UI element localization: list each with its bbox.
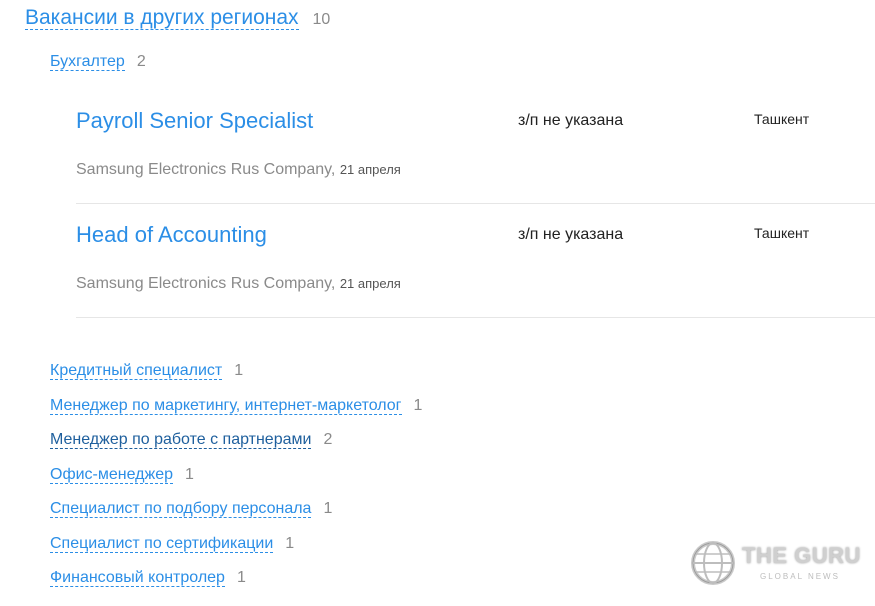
globe-icon	[691, 541, 735, 585]
list-item: Специалист по подбору персонала 1	[50, 500, 422, 535]
other-regions-link[interactable]: Вакансии в других регионах	[25, 6, 299, 30]
specialization-count: 1	[323, 500, 333, 517]
specialization-link[interactable]: Офис-менеджер	[50, 465, 173, 484]
vacancy-title-link[interactable]: Head of Accounting	[76, 222, 267, 248]
vacancy-meta: Samsung Electronics Rus Company, 21 апре…	[76, 161, 401, 179]
list-item: Финансовый контролер 1	[50, 569, 422, 604]
specialization-link[interactable]: Менеджер по работе с партнерами	[50, 431, 312, 449]
specialization-count: 1	[413, 396, 423, 414]
vacancy-company: Samsung Electronics Rus Company	[76, 161, 331, 178]
specialization-count: 2	[136, 53, 146, 70]
vacancy-city: Ташкент	[754, 111, 810, 127]
specialization-link[interactable]: Специалист по сертификации	[50, 534, 274, 553]
specialization-link[interactable]: Специалист по подбору персонала	[50, 500, 312, 518]
vacancy-city: Ташкент	[754, 225, 810, 241]
list-item: Специалист по сертификации 1	[50, 534, 422, 570]
region-count: 10	[312, 11, 331, 28]
list-item: Менеджер по маркетингу, интернет-маркето…	[50, 396, 423, 432]
meta-separator: ,	[330, 161, 336, 178]
vacancy-salary: з/п не указана	[518, 112, 624, 129]
region-header: Вакансии в других регионах 10	[25, 6, 330, 30]
list-item: Кредитный специалист 1	[50, 362, 422, 397]
specialization-count: 1	[236, 569, 246, 586]
specialization-link[interactable]: Финансовый контролер	[50, 569, 225, 587]
specialization-link[interactable]: Кредитный специалист	[50, 362, 223, 380]
vacancy-company: Samsung Electronics Rus Company	[76, 275, 331, 292]
list-item: Менеджер по работе с партнерами 2	[50, 431, 422, 466]
specialization-count: 1	[234, 362, 244, 379]
specialization-count: 1	[185, 465, 194, 483]
meta-separator: ,	[330, 275, 336, 292]
specialization-link-accountant[interactable]: Бухгалтер	[50, 53, 125, 71]
vacancy-meta: Samsung Electronics Rus Company, 21 апре…	[76, 275, 401, 293]
vacancy-salary: з/п не указана	[518, 226, 624, 243]
vacancy-item: Payroll Senior Specialist з/п не указана…	[76, 90, 875, 204]
watermark-subtitle: GLOBAL NEWS	[760, 572, 840, 581]
vacancy-date: 21 апреля	[339, 162, 401, 177]
vacancy-item: Head of Accounting з/п не указана Ташкен…	[76, 204, 875, 318]
other-specializations-list: Кредитный специалист 1 Менеджер по маркет…	[50, 362, 422, 604]
list-item: Офис-менеджер 1	[50, 465, 422, 501]
specialization-count: 1	[285, 534, 295, 552]
specialization-link[interactable]: Менеджер по маркетингу, интернет-маркето…	[50, 396, 402, 415]
vacancy-title-link[interactable]: Payroll Senior Specialist	[76, 108, 313, 134]
specialization-count: 2	[323, 431, 333, 448]
watermark: THE GURU GLOBAL NEWS	[690, 540, 870, 590]
specialization-header: Бухгалтер 2	[50, 53, 146, 71]
vacancy-date: 21 апреля	[339, 276, 401, 291]
watermark-title: THE GURU	[742, 543, 861, 568]
